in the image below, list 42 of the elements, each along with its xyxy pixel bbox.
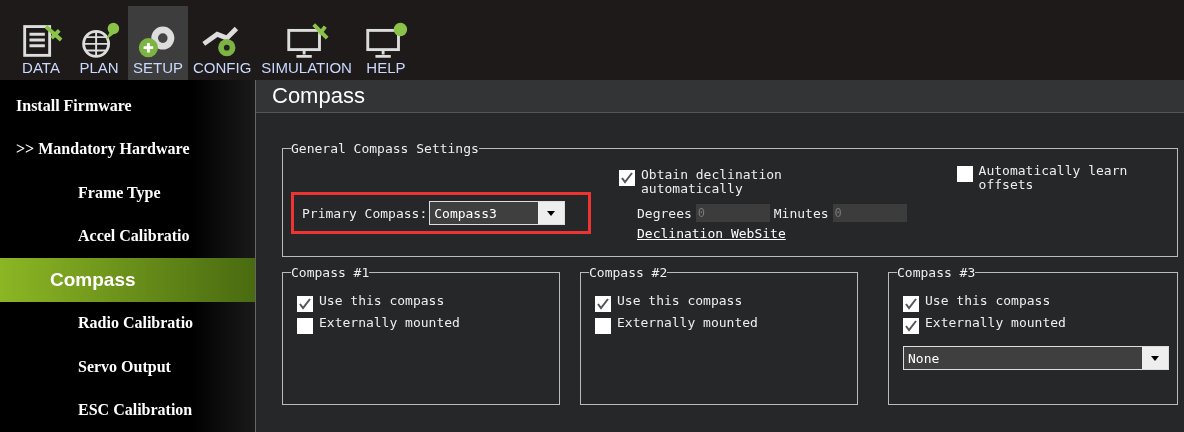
checkbox-label: Automatically learn offsets	[978, 164, 1129, 192]
checkbox[interactable]	[903, 296, 919, 312]
checkbox[interactable]	[956, 166, 973, 182]
page-title: Compass	[272, 83, 365, 109]
orientation-dropdown[interactable]: None	[903, 346, 1169, 370]
toolbar-tab[interactable]: SETUP	[128, 6, 188, 80]
field-label: Primary Compass:	[302, 205, 428, 221]
checkbox[interactable]	[619, 170, 635, 186]
sidebar-item[interactable]: Accel Calibratio	[0, 214, 255, 258]
group-title: Compass #1	[291, 265, 370, 280]
sidebar-item[interactable]: Install Firmware	[0, 84, 255, 128]
checkbox-label: Use this compass	[617, 294, 743, 308]
checkbox[interactable]	[903, 318, 919, 334]
field-label: Minutes	[773, 205, 829, 221]
toolbar-tab[interactable]: PLAN	[70, 6, 128, 80]
checkbox[interactable]	[595, 318, 611, 334]
checkbox-label: Obtain declination automatically	[641, 168, 783, 196]
checkbox[interactable]	[297, 296, 313, 312]
caret-icon	[547, 210, 556, 216]
sidebar-item[interactable]: Servo Output	[0, 345, 255, 389]
checkbox-label: Externally mounted	[925, 316, 1066, 330]
primary-compass-dropdown[interactable]: Compass3	[429, 201, 566, 225]
sidebar-item[interactable]: Radio Calibratio	[0, 301, 255, 345]
field-label: Degrees	[637, 205, 692, 221]
toolbar-tab[interactable]: HELP	[356, 6, 415, 80]
toolbar-tab[interactable]: CONFIG	[188, 6, 257, 80]
checkbox[interactable]	[595, 296, 611, 312]
sidebar-item[interactable]: Frame Type	[0, 171, 255, 215]
sidebar-item[interactable]: ESC Calibration	[0, 388, 255, 432]
checkbox-label: Use this compass	[319, 294, 445, 308]
group-title: General Compass Settings	[291, 141, 479, 156]
caret-icon	[1151, 355, 1159, 361]
sidebar-item[interactable]: >> Mandatory Hardware	[0, 127, 255, 171]
declination-link[interactable]: Declination WebSite	[637, 226, 907, 241]
toolbar-tab[interactable]: SIMULATION	[256, 6, 357, 80]
group-title: Compass #2	[589, 265, 668, 280]
checkbox-label: Externally mounted	[319, 316, 460, 330]
toolbar-tab[interactable]: DATA	[12, 6, 70, 80]
group-title: Compass #3	[897, 265, 976, 280]
checkbox-label: Use this compass	[925, 294, 1051, 308]
checkbox-label: Externally mounted	[617, 316, 758, 330]
checkbox[interactable]	[297, 318, 313, 334]
